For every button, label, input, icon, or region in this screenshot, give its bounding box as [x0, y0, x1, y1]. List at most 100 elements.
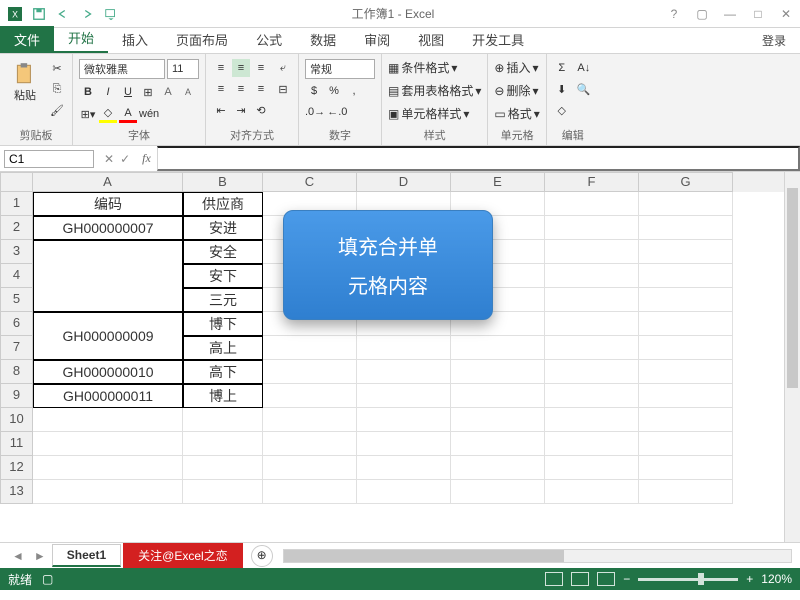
cell[interactable] [639, 216, 733, 240]
row-header[interactable]: 9 [0, 384, 33, 408]
align-right-icon[interactable]: ≡ [252, 80, 270, 98]
cell[interactable] [33, 480, 183, 504]
col-header[interactable]: F [545, 172, 639, 192]
cell[interactable]: 博上 [183, 384, 263, 408]
cell[interactable] [263, 432, 357, 456]
cell[interactable] [357, 432, 451, 456]
add-sheet-button[interactable]: ⊕ [251, 545, 273, 567]
sheet-tab-1[interactable]: Sheet1 [52, 544, 121, 567]
scrollbar-thumb[interactable] [284, 550, 564, 562]
qat-more-icon[interactable] [100, 3, 122, 25]
cell[interactable] [545, 456, 639, 480]
find-icon[interactable]: 🔍 [575, 80, 593, 98]
cell[interactable] [263, 384, 357, 408]
zoom-level[interactable]: 120% [761, 572, 792, 586]
cut-icon[interactable]: ✂ [48, 59, 66, 77]
cell[interactable]: 安全 [183, 240, 263, 264]
percent-icon[interactable]: % [325, 82, 343, 100]
login-link[interactable]: 登录 [748, 28, 800, 53]
cell[interactable] [639, 432, 733, 456]
cell[interactable]: 三元 [183, 288, 263, 312]
align-top-icon[interactable]: ≡ [212, 59, 230, 77]
align-left-icon[interactable]: ≡ [212, 80, 230, 98]
format-cells-button[interactable]: ▭格式 ▾ [494, 105, 539, 122]
row-header[interactable]: 8 [0, 360, 33, 384]
cell[interactable] [357, 480, 451, 504]
delete-cells-button[interactable]: ⊖删除 ▾ [494, 82, 539, 99]
row-header[interactable]: 12 [0, 456, 33, 480]
tab-home[interactable]: 开始 [54, 24, 108, 53]
col-header[interactable]: E [451, 172, 545, 192]
font-shrink-icon[interactable]: A [179, 83, 197, 101]
cell[interactable] [545, 264, 639, 288]
tab-layout[interactable]: 页面布局 [162, 26, 242, 53]
font-name-combo[interactable]: 微软雅黑 [79, 59, 165, 79]
col-header[interactable]: G [639, 172, 733, 192]
cell[interactable] [639, 480, 733, 504]
row-header[interactable]: 4 [0, 264, 33, 288]
align-bot-icon[interactable]: ≡ [252, 59, 270, 77]
currency-icon[interactable]: $ [305, 82, 323, 100]
cell-style-button[interactable]: ▣单元格样式 ▾ [388, 105, 481, 122]
tab-review[interactable]: 审阅 [350, 26, 404, 53]
font-size-combo[interactable]: 11 [167, 59, 199, 79]
align-mid-icon[interactable]: ≡ [232, 59, 250, 77]
cell[interactable] [545, 216, 639, 240]
sort-filter-icon[interactable]: A↓ [575, 59, 593, 77]
cell[interactable] [33, 456, 183, 480]
cell[interactable] [357, 456, 451, 480]
cell[interactable] [451, 480, 545, 504]
fill-color-button[interactable]: ◇ [99, 105, 117, 123]
zoom-slider[interactable] [638, 578, 738, 581]
cell[interactable]: 高下 [183, 360, 263, 384]
cell[interactable] [263, 456, 357, 480]
cell[interactable] [33, 432, 183, 456]
tab-data[interactable]: 数据 [296, 26, 350, 53]
close-icon[interactable]: ✕ [776, 7, 796, 21]
cell[interactable]: 编码 [33, 192, 183, 216]
cell[interactable] [639, 288, 733, 312]
col-header[interactable]: B [183, 172, 263, 192]
cell[interactable]: GH000000007 [33, 216, 183, 240]
cell[interactable] [451, 360, 545, 384]
italic-button[interactable]: I [99, 83, 117, 101]
font-color-button[interactable]: A [119, 105, 137, 123]
cell[interactable] [545, 408, 639, 432]
cell[interactable] [451, 432, 545, 456]
cell[interactable] [545, 360, 639, 384]
underline-button[interactable]: U [119, 83, 137, 101]
cell[interactable] [639, 336, 733, 360]
sheet-tab-2[interactable]: 关注@Excel之恋 [123, 543, 243, 568]
zoom-in-icon[interactable]: + [746, 572, 753, 586]
cell[interactable] [357, 408, 451, 432]
cell[interactable] [639, 264, 733, 288]
cell[interactable] [639, 360, 733, 384]
cell[interactable] [451, 336, 545, 360]
cell[interactable] [545, 192, 639, 216]
cell[interactable] [639, 384, 733, 408]
cell[interactable] [183, 408, 263, 432]
view-layout-icon[interactable] [571, 572, 589, 586]
cell[interactable]: GH000000011 [33, 384, 183, 408]
cell[interactable]: 安下 [183, 264, 263, 288]
indent-inc-icon[interactable]: ⇥ [232, 101, 250, 119]
row-header[interactable]: 6 [0, 312, 33, 336]
cell[interactable] [357, 336, 451, 360]
tab-nav-next-icon[interactable]: ► [30, 549, 50, 563]
save-icon[interactable] [28, 3, 50, 25]
bold-button[interactable]: B [79, 83, 97, 101]
cell[interactable] [357, 360, 451, 384]
cell[interactable]: 博下 [183, 312, 263, 336]
cell[interactable] [639, 192, 733, 216]
tab-file[interactable]: 文件 [0, 26, 54, 53]
cell[interactable]: GH000000010 [33, 360, 183, 384]
maximize-icon[interactable]: □ [748, 7, 768, 21]
cell[interactable] [263, 360, 357, 384]
cell[interactable] [183, 432, 263, 456]
view-normal-icon[interactable] [545, 572, 563, 586]
minimize-icon[interactable]: — [720, 7, 740, 21]
zoom-out-icon[interactable]: − [623, 572, 630, 586]
scrollbar-thumb[interactable] [787, 188, 798, 388]
formula-bar[interactable] [157, 146, 800, 171]
cell[interactable] [451, 384, 545, 408]
